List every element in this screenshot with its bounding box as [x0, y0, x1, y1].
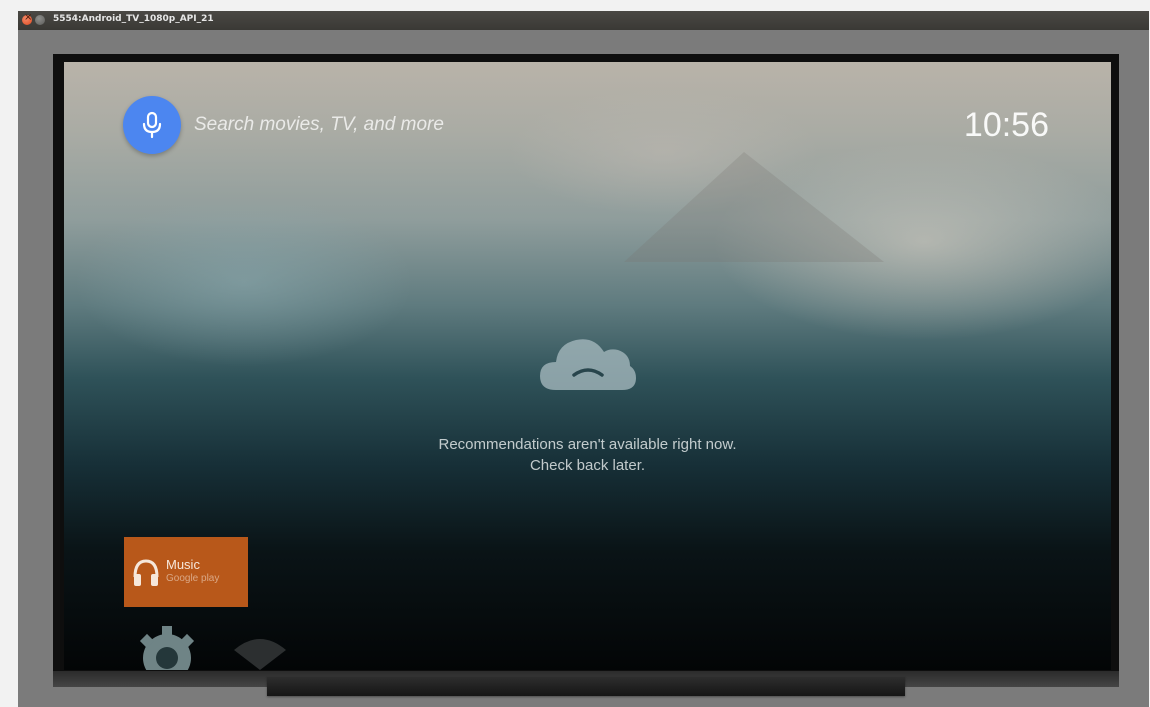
message-line-2: Check back later.	[529, 457, 646, 474]
background-mountain	[624, 152, 884, 262]
window-minimize-button[interactable]	[35, 15, 45, 25]
headphones-icon	[133, 559, 159, 586]
recommendations-message: Recommendations aren't available right n…	[64, 434, 1111, 476]
app-tile-subtitle: Google play	[166, 573, 220, 584]
voice-search-button[interactable]	[123, 96, 181, 154]
message-line-1: Recommendations aren't available right n…	[438, 436, 737, 453]
app-tile-music[interactable]: Music Google play	[124, 537, 248, 607]
window-title: 5554:Android_TV_1080p_API_21	[53, 14, 214, 24]
tv-home-screen: Search movies, TV, and more 10:56 Recomm…	[64, 62, 1111, 670]
network-icon[interactable]	[232, 634, 288, 670]
window-close-button[interactable]	[22, 12, 32, 25]
search-hint[interactable]: Search movies, TV, and more	[194, 114, 444, 136]
tv-stand	[267, 677, 905, 696]
app-tile-title: Music	[166, 557, 200, 572]
settings-gear-icon[interactable]	[134, 622, 200, 670]
emulator-title-bar: 5554:Android_TV_1080p_API_21	[18, 11, 1149, 30]
microphone-icon	[142, 111, 162, 139]
clock: 10:56	[963, 106, 1049, 144]
sad-cloud-icon	[540, 339, 636, 390]
